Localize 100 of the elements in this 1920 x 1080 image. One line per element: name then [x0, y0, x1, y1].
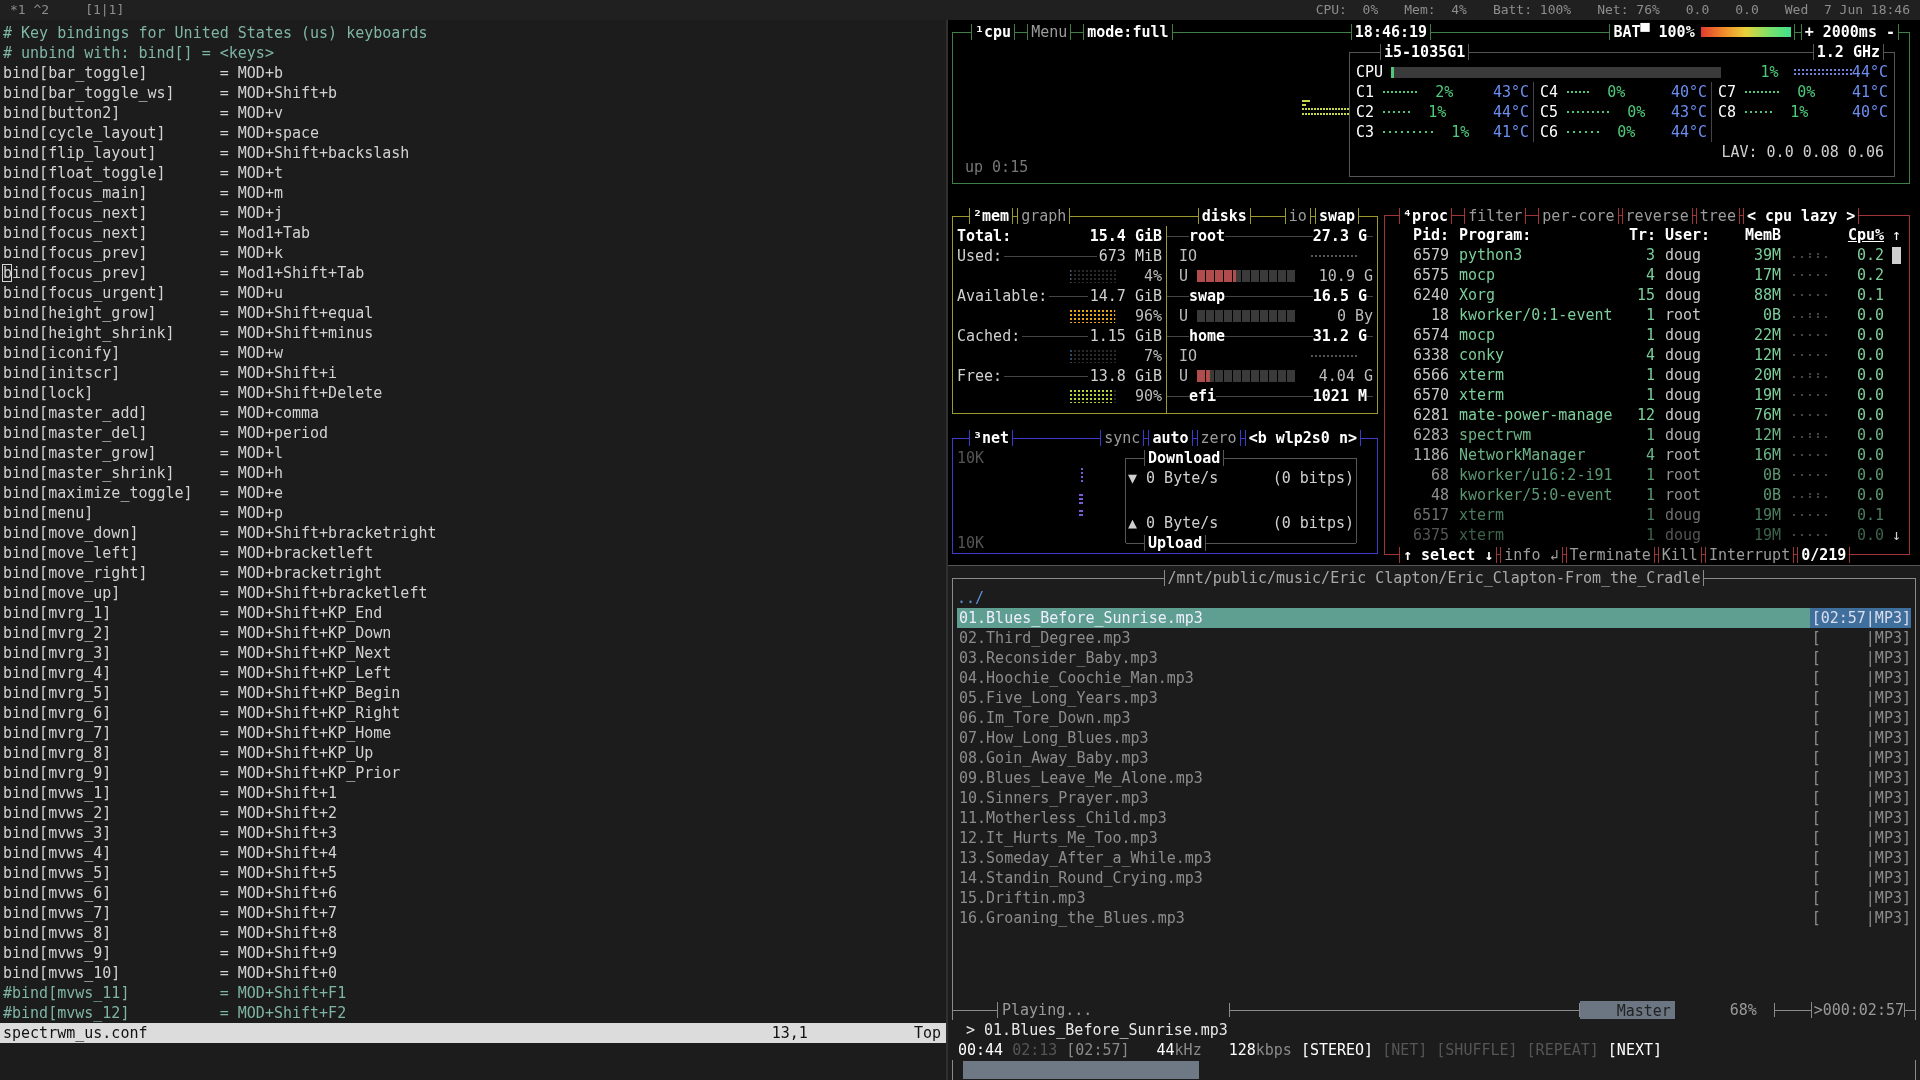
panel-tab[interactable]: <b wlp2s0 n> [1244, 430, 1361, 446]
file-info: [ |MP3] [1810, 708, 1911, 728]
user-cell-text: doug [1665, 405, 1703, 425]
parent-directory[interactable]: ../ [957, 588, 985, 608]
file-item[interactable]: 02.Third_Degree.mp3 [957, 628, 1810, 648]
binding-name: #bind[mvws_12] [3, 1003, 131, 1023]
usage-label: U [1179, 306, 1190, 326]
file-item[interactable]: 07.How_Long_Blues.mp3 [957, 728, 1810, 748]
binding-name: bind[mvrg_1] [3, 603, 113, 623]
action-button[interactable]: info ↲ [1500, 546, 1563, 563]
file-info: [ |MP3] [1810, 908, 1911, 928]
memory-percent: 7% [1142, 346, 1162, 366]
panel-tab[interactable]: zero [1196, 430, 1241, 446]
mixer-bar[interactable]: Master [1579, 1001, 1720, 1019]
program-cell-text: xterm [1459, 525, 1506, 545]
binding-value: = MOD+h [219, 463, 283, 483]
file-item[interactable]: 09.Blues_Leave_Me_Alone.mp3 [957, 768, 1810, 788]
uptime-text: up 0:15 [964, 157, 1030, 178]
action-button[interactable]: ↑ select ↓ [1399, 546, 1498, 563]
cpu-cell-text: 0.2 [1855, 265, 1884, 285]
memory-label: Free: [957, 366, 1003, 386]
panel-tab[interactable]: ³net [969, 430, 1014, 446]
binding-name: bind[mvws_8] [3, 923, 113, 943]
panel-tab[interactable]: tree [1695, 207, 1740, 224]
pid-cell: 6283 [1413, 425, 1449, 445]
process-count[interactable]: 0/219 [1797, 546, 1851, 563]
panel-tab[interactable]: ¹cpu [971, 24, 1016, 40]
threads-cell-text: 12 [1635, 405, 1655, 425]
interval-control[interactable]: + 2000ms - [1800, 24, 1899, 40]
usage-label: U [1179, 366, 1190, 386]
action-button[interactable]: Terminate [1565, 546, 1655, 563]
download-rate: ▼ 0 Byte/s [1128, 468, 1220, 488]
cpu-cell-text: 0.0 [1855, 525, 1884, 545]
threads-cell-text: 15 [1635, 285, 1655, 305]
binding-value: = MOD+Shift+minus [219, 323, 374, 343]
file-item[interactable]: 05.Five_Long_Years.mp3 [957, 688, 1810, 708]
file-item[interactable]: 11.Motherless_Child.mp3 [957, 808, 1810, 828]
panel-tab[interactable]: filter [1464, 207, 1527, 224]
file-item[interactable]: 14.Standin_Round_Crying.mp3 [957, 868, 1810, 888]
binding-value: = MOD+p [219, 503, 283, 523]
file-item[interactable]: 08.Goin_Away_Baby.mp3 [957, 748, 1810, 768]
action-button[interactable]: Interrupt [1704, 546, 1795, 563]
core-label: C4 [1540, 82, 1560, 102]
file-item[interactable]: 15.Driftin.mp3 [957, 888, 1810, 908]
column-header[interactable]: MemB [1725, 225, 1781, 245]
panel-tab[interactable]: < cpu lazy > [1742, 207, 1860, 224]
file-item[interactable]: 13.Someday_After_a_While.mp3 [957, 848, 1810, 868]
binding-value: = MOD+period [219, 423, 329, 443]
disk-size: 27.3 G [1312, 226, 1367, 246]
column-header[interactable]: User: [1665, 225, 1725, 245]
file-item[interactable]: 16.Groaning_the_Blues.mp3 [957, 908, 1810, 928]
core-label: C6 [1540, 122, 1560, 142]
panel-tab[interactable]: auto [1148, 430, 1193, 446]
binding-name: bind[button2] [3, 103, 122, 123]
column-header[interactable]: Cpu% [1837, 225, 1884, 245]
panel-tab[interactable]: reverse [1621, 207, 1693, 224]
cpu-graph-drawing [1793, 69, 1852, 75]
core-temperature: 43°C [1669, 102, 1707, 122]
binding-name: bind[iconify] [3, 343, 122, 363]
sort-arrow[interactable]: ↑ [1892, 225, 1904, 245]
panel-tab[interactable]: mode:full [1083, 24, 1173, 40]
threads-cell-text: 1 [1644, 305, 1655, 325]
scrollbar-thumb[interactable] [1892, 246, 1901, 264]
user-cell-text: doug [1665, 345, 1703, 365]
file-item[interactable]: 03.Reconsider_Baby.mp3 [957, 648, 1810, 668]
panel-tab[interactable]: per-core [1538, 207, 1619, 224]
mixer-level[interactable]: Master [1579, 1001, 1675, 1019]
file-item[interactable]: 10.Sinners_Prayer.mp3 [957, 788, 1810, 808]
cpu-cell-text: 0.0 [1855, 365, 1884, 385]
action-button[interactable]: Kill [1657, 546, 1702, 563]
panel-tab[interactable]: io [1284, 208, 1311, 224]
workspace-indicator[interactable]: *1 ^2 [10, 0, 50, 20]
column-header[interactable]: Pid: [1413, 225, 1449, 245]
panel-tab[interactable]: swap [1314, 208, 1359, 224]
user-cell-text: doug [1665, 365, 1703, 385]
scale-label: 10K [957, 533, 986, 553]
column-header[interactable]: Tr: [1629, 225, 1655, 245]
file-info: [ |MP3] [1810, 748, 1911, 768]
user-cell-text: doug [1665, 325, 1703, 345]
clock: 18:46:19 [1350, 24, 1432, 40]
panel-tab[interactable]: sync [1100, 430, 1145, 446]
core-percent: 1% [1450, 122, 1470, 142]
file-item[interactable]: 12.It_Hurts_Me_Too.mp3 [957, 828, 1810, 848]
panel-tab[interactable]: Menu [1027, 24, 1072, 40]
elapsed-time: 00:44 [958, 1040, 1004, 1060]
binding-value: = MOD+Shift+bracketleft [219, 583, 428, 603]
cpu-cell-text: 0.0 [1855, 345, 1884, 365]
panel-tab[interactable]: ²mem [969, 208, 1014, 224]
threads-cell-text: 4 [1644, 265, 1655, 285]
file-item[interactable]: 06.Im_Tore_Down.mp3 [957, 708, 1810, 728]
panel-tab[interactable]: disks [1197, 208, 1251, 224]
column-header[interactable]: Program: [1459, 225, 1629, 245]
binding-name: bind[menu] [3, 503, 95, 523]
binding-name: bind[mvws_10] [3, 963, 122, 983]
panel-tab[interactable]: graph [1017, 208, 1071, 224]
panel-tab[interactable]: ⁴proc [1399, 207, 1453, 224]
binding-name: bind[focus_next] [3, 203, 149, 223]
file-item[interactable]: 04.Hoochie_Coochie_Man.mp3 [957, 668, 1810, 688]
scroll-arrow[interactable]: ↓ [1892, 525, 1902, 545]
cpu-cell-text: 0.1 [1855, 505, 1884, 525]
